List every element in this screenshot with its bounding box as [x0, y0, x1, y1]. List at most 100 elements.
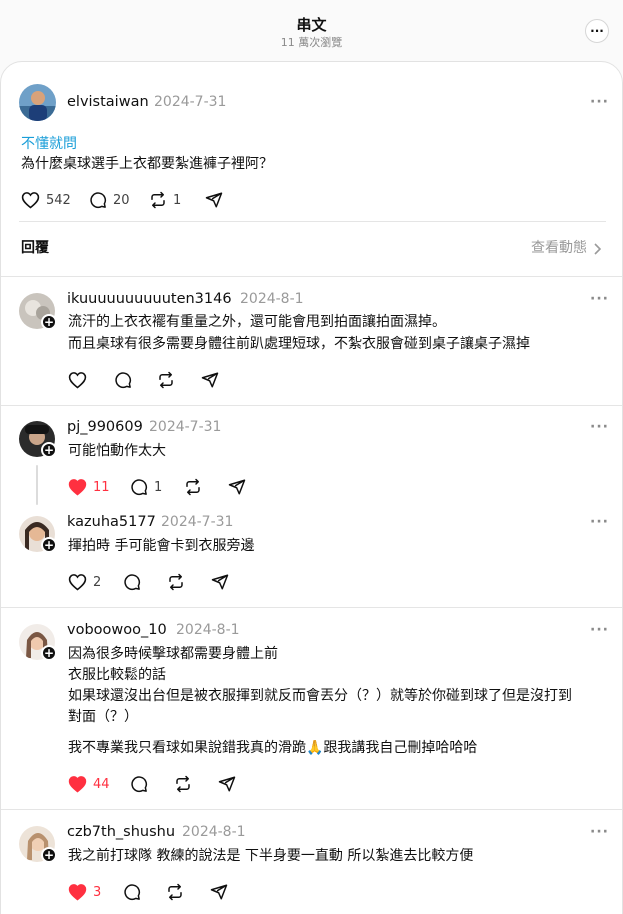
reply-username[interactable]: voboowoo_10 [67, 622, 167, 638]
reply-actions: 11 1 [68, 476, 258, 498]
reply-username[interactable]: kazuha5177 [67, 514, 156, 530]
share-button[interactable] [201, 369, 219, 391]
more-icon[interactable]: ··· [590, 419, 609, 435]
like-count: 11 [93, 479, 110, 495]
repost-count: 1 [173, 192, 182, 208]
follow-plus-icon[interactable]: + [41, 537, 57, 553]
share-icon [201, 372, 219, 388]
more-icon[interactable]: ··· [585, 19, 609, 43]
comment-icon [131, 776, 148, 793]
like-button[interactable]: 3 [68, 881, 101, 903]
share-button[interactable] [228, 476, 246, 498]
more-icon[interactable]: ··· [590, 622, 609, 638]
heart-icon [68, 574, 87, 591]
reply-username[interactable]: ikuuuuuuuuuuten3146 [67, 291, 232, 307]
reply-text-line: 衣服比較鬆的話 [68, 667, 166, 683]
more-icon[interactable]: ··· [590, 824, 609, 840]
avatar[interactable] [19, 84, 56, 121]
comment-button[interactable] [114, 369, 132, 391]
comment-button[interactable] [130, 773, 148, 795]
thread-line [36, 465, 38, 505]
divider [1, 405, 622, 406]
share-button[interactable] [218, 773, 236, 795]
heart-icon [68, 776, 87, 793]
like-button[interactable] [68, 369, 87, 391]
follow-plus-icon[interactable]: + [41, 442, 57, 458]
follow-plus-icon[interactable]: + [41, 645, 57, 661]
share-icon [211, 574, 229, 590]
repost-button[interactable] [157, 369, 175, 391]
reply-date: 2024-7-31 [149, 419, 222, 435]
divider [1, 809, 622, 810]
repost-icon [168, 883, 182, 901]
like-button[interactable]: 11 [68, 476, 110, 498]
comment-button[interactable] [123, 881, 141, 903]
repost-button[interactable] [184, 476, 202, 498]
repost-icon [159, 371, 173, 389]
repost-icon [186, 478, 200, 496]
comment-count: 20 [113, 192, 130, 208]
heart-icon [68, 372, 87, 389]
post-tag[interactable]: 不懂就問 [21, 134, 77, 155]
comment-button[interactable] [123, 571, 141, 593]
share-button[interactable] [210, 881, 228, 903]
repost-icon [151, 191, 165, 209]
reply-date: 2024-8-1 [176, 622, 240, 638]
reply-username[interactable]: pj_990609 [67, 419, 143, 435]
view-activity-link[interactable]: 查看動態 [531, 238, 601, 259]
reply-username[interactable]: czb7th_shushu [67, 824, 175, 840]
reply-actions: 3 [68, 881, 248, 903]
reply-text-line: 揮拍時 手可能會卡到衣服旁邊 [68, 538, 255, 554]
like-button[interactable]: 542 [21, 189, 71, 211]
share-button[interactable] [205, 189, 223, 211]
repost-button[interactable] [166, 881, 184, 903]
comment-icon [131, 479, 148, 496]
view-activity-label: 查看動態 [531, 240, 587, 256]
reply-date: 2024-7-31 [161, 514, 234, 530]
post-username[interactable]: elvistaiwan [67, 94, 149, 110]
header: 串文 11 萬次瀏覽 ··· [0, 0, 623, 60]
like-button[interactable]: 44 [68, 773, 110, 795]
comment-icon [124, 574, 141, 591]
reply-text-line: 對面（？） [68, 709, 138, 725]
like-button[interactable]: 2 [68, 571, 101, 593]
repost-button[interactable] [174, 773, 192, 795]
comment-icon [90, 192, 107, 209]
reply-text-line: 如果球還沒出台但是被衣服揮到就反而會丟分（？）就等於你碰到球了但是沒打到 [68, 688, 572, 704]
more-icon[interactable]: ··· [590, 94, 609, 110]
share-icon [205, 192, 223, 208]
thread-card: elvistaiwan 2024-7-31 ··· 不懂就問 為什麼桌球選手上衣… [0, 61, 623, 914]
like-count: 542 [46, 192, 71, 208]
share-icon [210, 884, 228, 900]
reply-text-line: 因為很多時候擊球都需要身體上前 [68, 646, 278, 662]
post-actions: 542 20 1 [21, 189, 261, 211]
follow-plus-icon[interactable]: + [41, 847, 57, 863]
reply-date: 2024-8-1 [240, 291, 304, 307]
share-icon [228, 479, 246, 495]
reply-actions [68, 369, 228, 391]
reply-text-line: 我之前打球隊 教練的說法是 下半身要一直動 所以紮進去比較方便 [68, 848, 474, 864]
reply-text-line: 流汗的上衣衣襬有重量之外，還可能會甩到拍面讓拍面濕掉。 [68, 314, 446, 330]
heart-icon [68, 479, 87, 496]
comment-icon [115, 372, 132, 389]
comment-button[interactable]: 20 [89, 189, 130, 211]
divider [1, 607, 622, 608]
repost-icon [169, 573, 183, 591]
comment-button[interactable]: 1 [130, 476, 162, 498]
more-icon[interactable]: ··· [590, 291, 609, 307]
page-title: 串文 [296, 16, 327, 34]
like-count: 44 [93, 776, 110, 792]
repost-button[interactable] [167, 571, 185, 593]
repost-button[interactable]: 1 [149, 189, 181, 211]
follow-plus-icon[interactable]: + [41, 314, 57, 330]
divider [19, 221, 606, 222]
chevron-right-icon [594, 242, 601, 255]
share-button[interactable] [211, 571, 229, 593]
more-icon[interactable]: ··· [590, 514, 609, 530]
post-date: 2024-7-31 [154, 94, 227, 110]
replies-label: 回覆 [21, 240, 49, 256]
heart-icon [21, 192, 40, 209]
reply-text-line: 我不專業我只看球如果說錯我真的滑跪🙏跟我講我自己刪掉哈哈哈 [68, 740, 478, 756]
reply-date: 2024-8-1 [182, 824, 246, 840]
share-icon [218, 776, 236, 792]
